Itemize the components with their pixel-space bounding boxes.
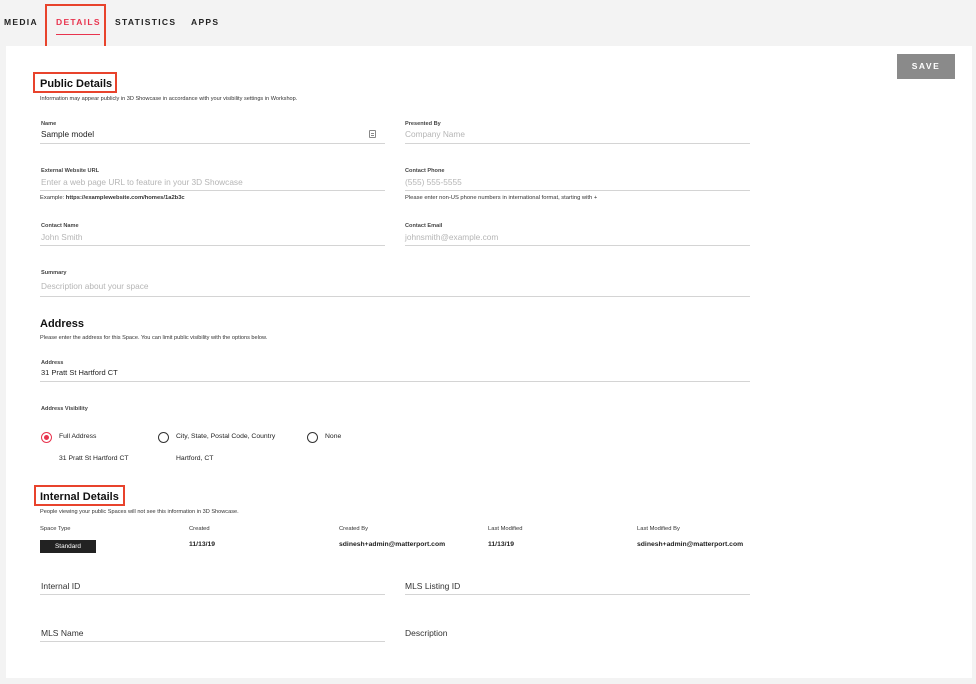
summary-label: Summary	[41, 270, 67, 276]
mls-listing-id-underline	[405, 594, 750, 595]
presented-by-input[interactable]: Company Name	[405, 129, 465, 139]
description-input[interactable]: Description	[405, 628, 448, 638]
presented-by-label: Presented By	[405, 121, 441, 127]
created-by-value: sdinesh+admin@matterport.com	[339, 541, 446, 548]
tab-statistics[interactable]: STATISTICS	[115, 17, 176, 27]
contact-email-input[interactable]: johnsmith@example.com	[405, 232, 498, 242]
website-underline	[40, 190, 385, 191]
radio-city-state-label[interactable]: City, State, Postal Code, Country	[176, 433, 275, 440]
mls-name-input[interactable]: MLS Name	[41, 628, 84, 638]
contact-email-underline	[405, 245, 750, 246]
public-details-description: Information may appear publicly in 3D Sh…	[40, 96, 298, 102]
address-input[interactable]: 31 Pratt St Hartford CT	[41, 368, 118, 377]
phone-hint: Please enter non-US phone numbers in int…	[405, 195, 598, 201]
public-details-heading: Public Details	[40, 78, 113, 90]
internal-details-heading: Internal Details	[40, 491, 119, 503]
tab-apps[interactable]: APPS	[191, 17, 219, 27]
radio-full-address[interactable]	[41, 432, 52, 443]
highlight-box-details-tab	[45, 4, 106, 48]
contact-name-label: Contact Name	[41, 223, 79, 229]
phone-label: Contact Phone	[405, 168, 445, 174]
details-card	[6, 46, 972, 678]
contact-name-underline	[40, 245, 385, 246]
full-address-preview: 31 Pratt St Hartford CT	[59, 455, 129, 462]
radio-city-state[interactable]	[158, 432, 169, 443]
last-modified-by-label: Last Modified By	[637, 526, 680, 532]
created-label: Created	[189, 526, 210, 532]
name-input[interactable]: Sample model	[41, 129, 94, 139]
website-input[interactable]: Enter a web page URL to feature in your …	[41, 177, 243, 187]
address-description: Please enter the address for this Space.…	[40, 335, 268, 341]
summary-underline	[40, 296, 750, 297]
last-modified-value: 11/13/19	[488, 541, 515, 548]
presented-by-underline	[405, 143, 750, 144]
space-type-badge: Standard	[40, 540, 96, 553]
address-visibility-label: Address Visibility	[41, 406, 88, 412]
phone-input[interactable]: (555) 555-5555	[405, 177, 462, 187]
contact-email-label: Contact Email	[405, 223, 443, 229]
city-state-preview: Hartford, CT	[176, 455, 214, 462]
created-by-label: Created By	[339, 526, 368, 532]
contact-name-input[interactable]: John Smith	[41, 232, 83, 242]
website-label: External Website URL	[41, 168, 100, 174]
last-modified-label: Last Modified	[488, 526, 523, 532]
tab-bar: MEDIA DETAILS STATISTICS APPS	[0, 0, 976, 46]
address-label: Address	[41, 360, 64, 366]
radio-none[interactable]	[307, 432, 318, 443]
internal-details-description: People viewing your public Spaces will n…	[40, 509, 239, 515]
name-label: Name	[41, 121, 57, 127]
radio-none-label[interactable]: None	[325, 433, 341, 440]
mls-name-underline	[40, 641, 385, 642]
phone-underline	[405, 190, 750, 191]
created-value: 11/13/19	[189, 541, 216, 548]
save-button[interactable]: SAVE	[897, 54, 955, 79]
summary-input[interactable]: Description about your space	[41, 281, 148, 291]
website-hint: Example: https://examplewebsite.com/home…	[40, 195, 185, 201]
last-modified-by-value: sdinesh+admin@matterport.com	[637, 541, 744, 548]
mls-listing-id-input[interactable]: MLS Listing ID	[405, 581, 460, 591]
address-heading: Address	[40, 318, 85, 330]
name-field-icon[interactable]	[369, 130, 376, 138]
tab-media[interactable]: MEDIA	[4, 17, 38, 27]
address-underline	[40, 381, 750, 382]
radio-full-address-label[interactable]: Full Address	[59, 433, 96, 440]
name-underline	[40, 143, 385, 144]
internal-id-input[interactable]: Internal ID	[41, 581, 80, 591]
internal-id-underline	[40, 594, 385, 595]
space-type-label: Space Type	[40, 526, 71, 532]
